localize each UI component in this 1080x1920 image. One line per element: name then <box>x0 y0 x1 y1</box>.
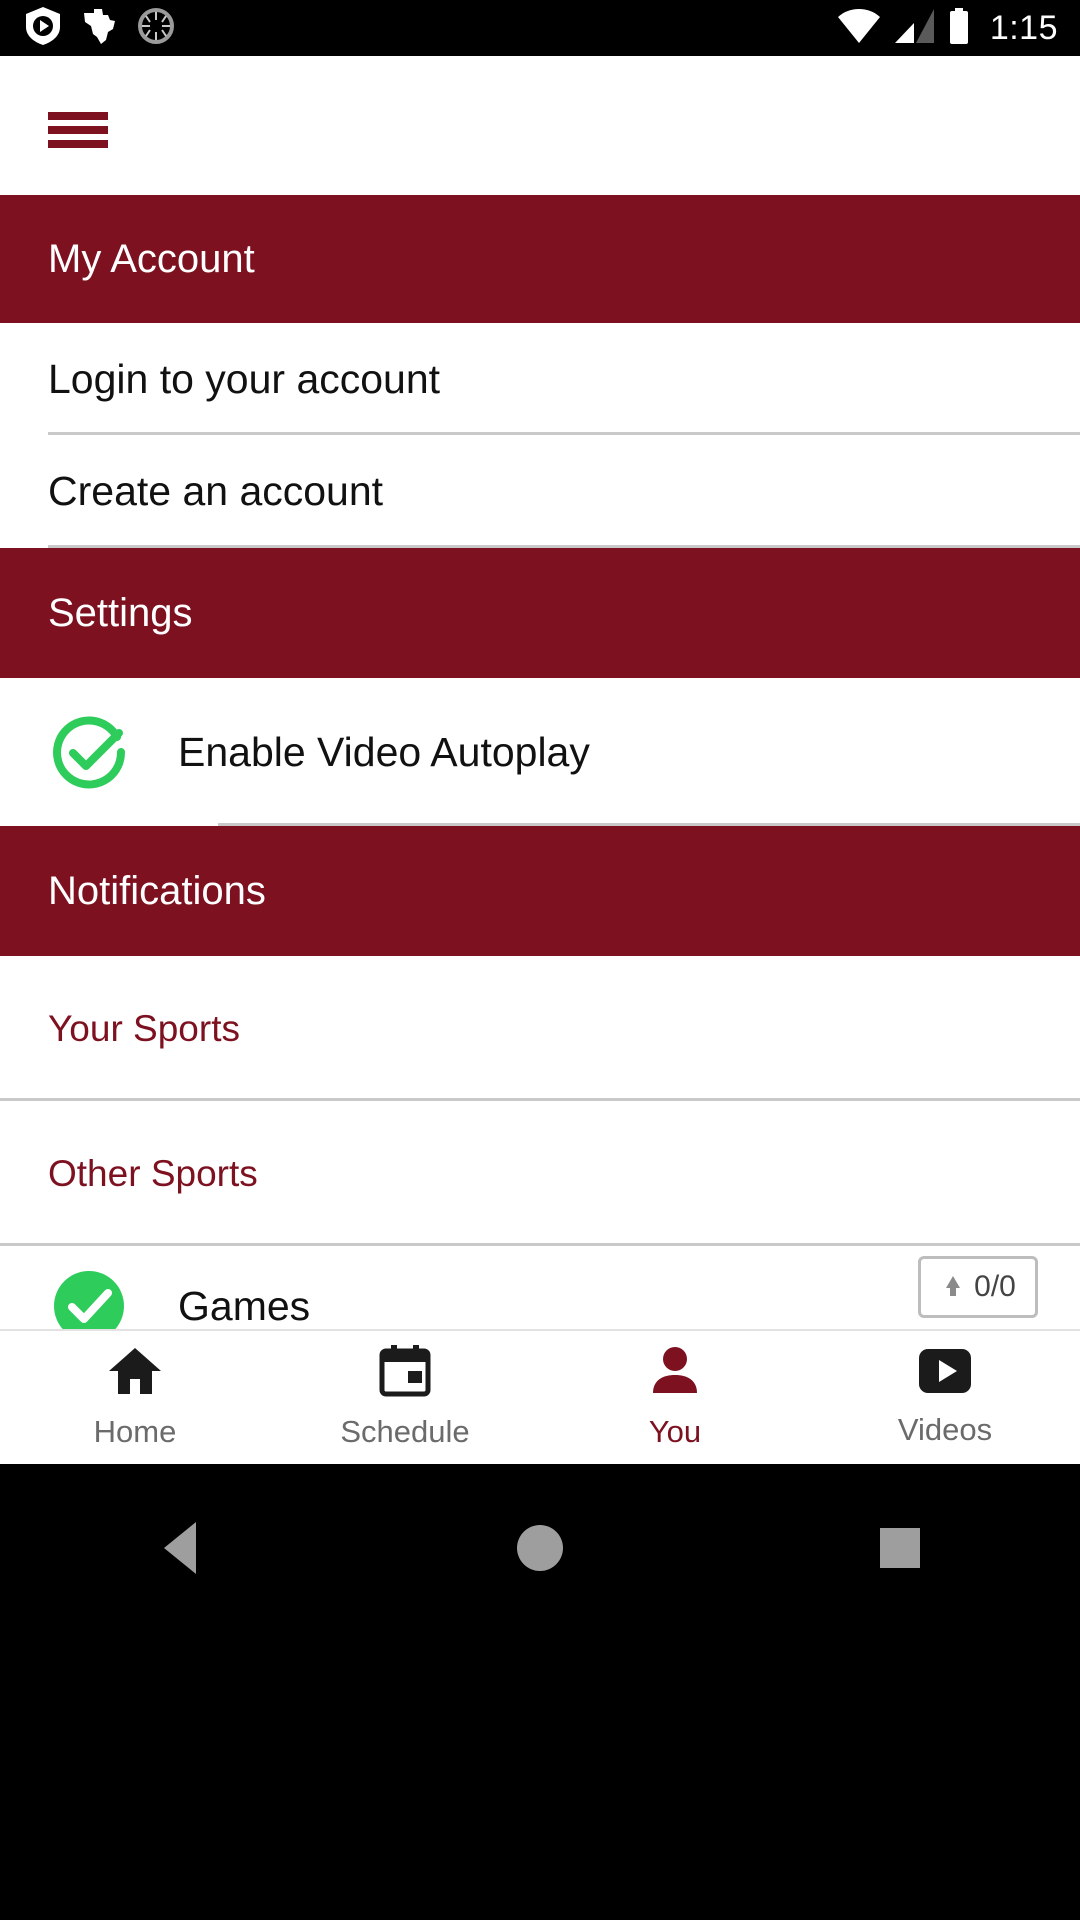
recents-square-icon <box>880 1528 920 1568</box>
list-item-other-sports-label: Other Sports <box>48 1152 258 1194</box>
settings-scroll-content[interactable]: My Account Login to your account Create … <box>0 195 1080 1329</box>
nav-item-videos[interactable]: Videos <box>810 1331 1080 1464</box>
check-circle-icon[interactable] <box>0 1267 178 1329</box>
section-header-my-account: My Account <box>0 195 1080 323</box>
nav-item-videos-label: Videos <box>897 1412 993 1447</box>
bell-icon <box>946 1276 961 1296</box>
android-back-button[interactable] <box>120 1508 240 1588</box>
bottom-navigation-bar[interactable]: Home Schedule You Videos <box>0 1329 1080 1464</box>
games-count-badge-text: 0/0 <box>974 1270 1016 1303</box>
calendar-icon <box>379 1345 431 1402</box>
person-icon <box>649 1345 701 1402</box>
status-bar-right-icons: 1:15 <box>837 7 1080 49</box>
nav-item-schedule[interactable]: Schedule <box>270 1331 540 1464</box>
list-item-your-sports-label: Your Sports <box>48 1007 240 1049</box>
video-play-icon <box>917 1347 973 1400</box>
back-triangle-icon <box>164 1522 196 1574</box>
list-item-games-label: Games <box>178 1282 311 1329</box>
hamburger-bar-2 <box>48 126 108 134</box>
list-item-games[interactable]: Games 0/0 <box>0 1246 1080 1329</box>
check-circle-icon[interactable] <box>0 713 178 791</box>
status-bar-clock: 1:15 <box>989 9 1058 47</box>
wifi-icon <box>837 8 880 48</box>
hamburger-menu-icon[interactable] <box>48 108 112 152</box>
list-item-enable-video-autoplay-label: Enable Video Autoplay <box>178 728 590 775</box>
status-bar: 1:15 <box>0 0 1080 56</box>
section-title-notifications: Notifications <box>48 868 266 913</box>
hamburger-bar-3 <box>48 140 108 148</box>
section-title-my-account: My Account <box>48 236 255 281</box>
battery-icon <box>948 7 970 49</box>
list-item-create-account-label: Create an account <box>48 468 384 514</box>
app-toolbar <box>0 56 1080 195</box>
nav-item-home[interactable]: Home <box>0 1331 270 1464</box>
list-item-other-sports[interactable]: Other Sports <box>0 1101 1080 1246</box>
section-header-notifications: Notifications <box>0 826 1080 956</box>
section-header-settings: Settings <box>0 548 1080 678</box>
nav-item-you[interactable]: You <box>540 1331 810 1464</box>
cell-signal-icon <box>894 8 934 48</box>
nav-item-home-label: Home <box>93 1414 177 1449</box>
android-recents-button[interactable] <box>840 1508 960 1588</box>
android-home-button[interactable] <box>480 1508 600 1588</box>
divider <box>218 823 1080 826</box>
sync-spinner-icon <box>138 7 174 49</box>
status-bar-left-icons <box>0 6 174 50</box>
nav-item-you-label: You <box>648 1414 702 1449</box>
divider <box>48 545 1080 548</box>
section-title-settings: Settings <box>48 590 193 635</box>
nav-item-schedule-label: Schedule <box>340 1414 470 1449</box>
list-item-your-sports[interactable]: Your Sports <box>0 956 1080 1101</box>
home-circle-icon <box>517 1525 563 1571</box>
games-count-badge[interactable]: 0/0 <box>918 1256 1038 1318</box>
hamburger-bar-1 <box>48 112 108 120</box>
home-icon <box>107 1345 163 1402</box>
shield-play-icon <box>26 6 60 50</box>
list-item-create-account[interactable]: Create an account <box>0 435 1080 548</box>
android-system-navigation-bar[interactable] <box>0 1464 1080 1920</box>
texas-state-icon <box>82 7 116 50</box>
list-item-enable-video-autoplay[interactable]: Enable Video Autoplay <box>0 678 1080 826</box>
list-item-login-label: Login to your account <box>48 355 441 402</box>
list-item-login[interactable]: Login to your account <box>0 323 1080 435</box>
